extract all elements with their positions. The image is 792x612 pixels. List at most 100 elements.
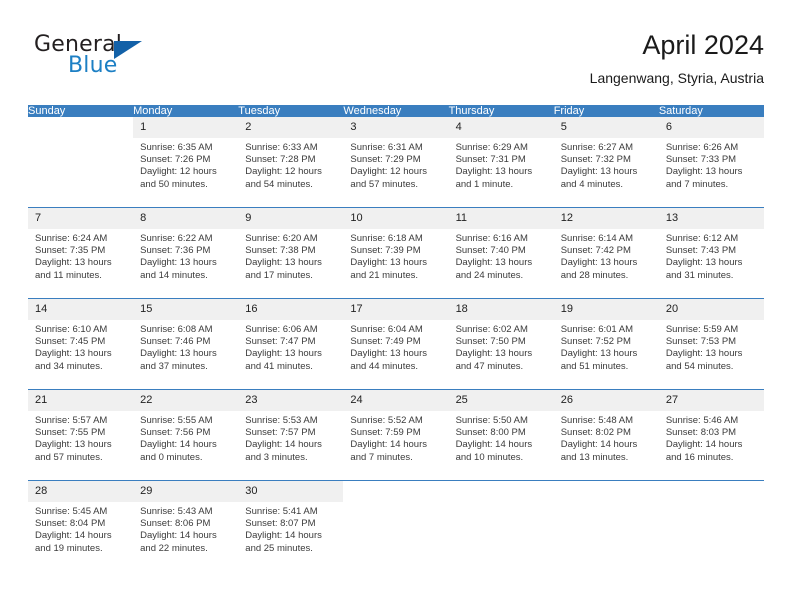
- calendar-day-cell[interactable]: 9 Sunrise: 6:20 AM Sunset: 7:38 PM Daylight…: [238, 207, 344, 299]
- calendar-day-cell[interactable]: 19 Sunrise: 6:01 AM Sunset: 7:52 PM Dayligh…: [553, 298, 659, 390]
- calendar-day-cell[interactable]: 18 Sunrise: 6:02 AM Sunset: 7:50 PM Dayligh…: [448, 298, 554, 390]
- day-sun-info: Sunrise: 6:08 AM Sunset: 7:46 PM Daylight:…: [133, 320, 238, 373]
- sunrise-text: Sunrise: 6:12 AM: [665, 233, 739, 244]
- calendar-week-row: 7 Sunrise: 6:24 AM Sunset: 7:35 PM Daylight…: [28, 207, 764, 299]
- daylight-text-line1: Daylight: 13 hours: [665, 166, 743, 178]
- sunrise-text: Sunrise: 6:29 AM: [455, 142, 528, 153]
- sunset-text: Sunset: 7:55 PM: [35, 427, 106, 439]
- calendar-day-cell[interactable]: 10 Sunrise: 6:18 AM Sunset: 7:39 PM Dayligh…: [343, 207, 449, 299]
- calendar-day-cell[interactable]: 4 Sunrise: 6:29 AM Sunset: 7:31 PM Daylight…: [448, 117, 554, 208]
- sunset-text: Sunset: 7:49 PM: [350, 336, 421, 348]
- daylight-text-line2: and 34 minutes.: [35, 360, 103, 372]
- day-number: 6: [658, 117, 764, 138]
- calendar-day-cell[interactable]: 2 Sunrise: 6:33 AM Sunset: 7:28 PM Daylight…: [238, 117, 344, 208]
- sunset-text: Sunset: 7:26 PM: [140, 154, 211, 166]
- daylight-text-line2: and 4 minutes.: [560, 178, 624, 190]
- calendar-day-cell[interactable]: 28 Sunrise: 5:45 AM Sunset: 8:04 PM Dayligh…: [28, 480, 134, 571]
- page-subtitle: Langenwang, Styria, Austria: [589, 70, 764, 86]
- calendar-day-cell[interactable]: 3 Sunrise: 6:31 AM Sunset: 7:29 PM Daylight…: [343, 117, 449, 208]
- calendar-day-cell[interactable]: 29 Sunrise: 5:43 AM Sunset: 8:06 PM Dayligh…: [133, 480, 239, 571]
- day-number: 25: [448, 390, 554, 411]
- sunset-text: Sunset: 7:31 PM: [455, 154, 526, 166]
- day-number: 26: [553, 390, 659, 411]
- sunset-text: Sunset: 7:46 PM: [140, 336, 211, 348]
- day-number: 29: [133, 481, 239, 502]
- calendar-day-cell[interactable]: 24 Sunrise: 5:52 AM Sunset: 7:59 PM Dayligh…: [343, 389, 449, 481]
- day-number: 13: [658, 208, 764, 229]
- daylight-text-line2: and 3 minutes.: [245, 451, 308, 463]
- sunrise-text: Sunrise: 6:16 AM: [455, 233, 528, 244]
- day-number: 15: [133, 299, 239, 320]
- brand-logo[interactable]: General Blue: [34, 32, 234, 88]
- daylight-text-line1: Daylight: 14 hours: [245, 530, 322, 542]
- day-sun-info: Sunrise: 6:12 AM Sunset: 7:43 PM Daylight:…: [659, 229, 764, 282]
- weekday-header-wednesday: Wednesday: [343, 105, 449, 117]
- calendar-day-cell[interactable]: 15 Sunrise: 6:08 AM Sunset: 7:46 PM Dayligh…: [133, 298, 239, 390]
- daylight-text-line2: and 21 minutes.: [350, 269, 419, 281]
- sunset-text: Sunset: 7:45 PM: [35, 336, 106, 348]
- calendar-day-cell[interactable]: 21 Sunrise: 5:57 AM Sunset: 7:55 PM Dayligh…: [28, 389, 134, 481]
- calendar-day-cell[interactable]: 1 Sunrise: 6:35 AM Sunset: 7:26 PM Daylight…: [133, 117, 239, 208]
- daylight-text-line2: and 57 minutes.: [35, 451, 103, 463]
- sunrise-text: Sunrise: 5:48 AM: [560, 415, 634, 426]
- daylight-text-line1: Daylight: 13 hours: [560, 348, 638, 360]
- daylight-text-line1: Daylight: 14 hours: [665, 439, 743, 451]
- calendar-day-cell[interactable]: 17 Sunrise: 6:04 AM Sunset: 7:49 PM Dayligh…: [343, 298, 449, 390]
- sunset-text: Sunset: 7:43 PM: [665, 245, 737, 257]
- daylight-text-line2: and 28 minutes.: [560, 269, 629, 281]
- calendar-day-cell[interactable]: 8 Sunrise: 6:22 AM Sunset: 7:36 PM Daylight…: [133, 207, 239, 299]
- daylight-text-line2: and 54 minutes.: [665, 360, 734, 372]
- sunset-text: Sunset: 7:32 PM: [560, 154, 631, 166]
- daylight-text-line2: and 13 minutes.: [560, 451, 629, 463]
- daylight-text-line2: and 11 minutes.: [35, 269, 102, 281]
- daylight-text-line1: Daylight: 13 hours: [665, 257, 743, 269]
- calendar-day-cell[interactable]: 6 Sunrise: 6:26 AM Sunset: 7:33 PM Daylight…: [658, 117, 764, 208]
- day-number: 16: [238, 299, 344, 320]
- calendar-day-cell[interactable]: 25 Sunrise: 5:50 AM Sunset: 8:00 PM Dayligh…: [448, 389, 554, 481]
- calendar-day-cell[interactable]: 14 Sunrise: 6:10 AM Sunset: 7:45 PM Dayligh…: [28, 298, 134, 390]
- calendar-day-cell[interactable]: 11 Sunrise: 6:16 AM Sunset: 7:40 PM Dayligh…: [448, 207, 554, 299]
- calendar-day-cell[interactable]: 16 Sunrise: 6:06 AM Sunset: 7:47 PM Dayligh…: [238, 298, 344, 390]
- daylight-text-line1: Daylight: 14 hours: [245, 439, 322, 451]
- daylight-text-line1: Daylight: 13 hours: [245, 348, 322, 360]
- sunset-text: Sunset: 7:29 PM: [350, 154, 421, 166]
- daylight-text-line1: Daylight: 13 hours: [560, 166, 638, 178]
- daylight-text-line2: and 22 minutes.: [140, 542, 208, 554]
- calendar-day-cell[interactable]: 26 Sunrise: 5:48 AM Sunset: 8:02 PM Dayligh…: [553, 389, 659, 481]
- day-sun-info: Sunrise: 6:33 AM Sunset: 7:28 PM Daylight:…: [238, 138, 343, 191]
- day-sun-info: Sunrise: 6:35 AM Sunset: 7:26 PM Daylight:…: [133, 138, 238, 191]
- day-number: 5: [553, 117, 659, 138]
- day-sun-info: Sunrise: 5:45 AM Sunset: 8:04 PM Daylight:…: [28, 502, 133, 555]
- day-number: 2: [238, 117, 344, 138]
- calendar-day-cell[interactable]: 7 Sunrise: 6:24 AM Sunset: 7:35 PM Daylight…: [28, 207, 134, 299]
- day-sun-info: Sunrise: 5:50 AM Sunset: 8:00 PM Daylight:…: [449, 411, 554, 464]
- sunset-text: Sunset: 8:02 PM: [560, 427, 631, 439]
- daylight-text-line1: Daylight: 13 hours: [35, 257, 112, 269]
- daylight-text-line2: and 16 minutes.: [665, 451, 734, 463]
- sunrise-text: Sunrise: 5:57 AM: [35, 415, 108, 426]
- day-number: 27: [658, 390, 764, 411]
- daylight-text-line1: Daylight: 12 hours: [350, 166, 427, 178]
- calendar-day-cell[interactable]: 13 Sunrise: 6:12 AM Sunset: 7:43 PM Dayligh…: [658, 207, 764, 299]
- day-sun-info: Sunrise: 6:31 AM Sunset: 7:29 PM Daylight:…: [343, 138, 448, 191]
- sunset-text: Sunset: 7:56 PM: [140, 427, 211, 439]
- day-sun-info: Sunrise: 5:55 AM Sunset: 7:56 PM Daylight:…: [133, 411, 238, 464]
- daylight-text-line1: Daylight: 13 hours: [350, 348, 427, 360]
- calendar-day-cell[interactable]: 12 Sunrise: 6:14 AM Sunset: 7:42 PM Dayligh…: [553, 207, 659, 299]
- day-number: 10: [343, 208, 449, 229]
- calendar-day-cell[interactable]: 5 Sunrise: 6:27 AM Sunset: 7:32 PM Daylight…: [553, 117, 659, 208]
- calendar-day-cell-empty: [553, 480, 659, 571]
- sunset-text: Sunset: 7:47 PM: [245, 336, 316, 348]
- calendar-day-cell[interactable]: 20 Sunrise: 5:59 AM Sunset: 7:53 PM Dayligh…: [658, 298, 764, 390]
- calendar-day-cell[interactable]: 23 Sunrise: 5:53 AM Sunset: 7:57 PM Dayligh…: [238, 389, 344, 481]
- daylight-text-line2: and 24 minutes.: [455, 269, 524, 281]
- sunrise-text: Sunrise: 5:41 AM: [245, 506, 318, 517]
- day-number: 21: [28, 390, 134, 411]
- day-sun-info: Sunrise: 6:01 AM Sunset: 7:52 PM Daylight:…: [554, 320, 659, 373]
- daylight-text-line2: and 19 minutes.: [35, 542, 103, 554]
- sunrise-text: Sunrise: 6:31 AM: [350, 142, 423, 153]
- calendar-day-cell[interactable]: 27 Sunrise: 5:46 AM Sunset: 8:03 PM Dayligh…: [658, 389, 764, 481]
- calendar-day-cell[interactable]: 30 Sunrise: 5:41 AM Sunset: 8:07 PM Dayligh…: [238, 480, 344, 571]
- calendar-day-cell[interactable]: 22 Sunrise: 5:55 AM Sunset: 7:56 PM Dayligh…: [133, 389, 239, 481]
- sunrise-text: Sunrise: 6:04 AM: [350, 324, 423, 335]
